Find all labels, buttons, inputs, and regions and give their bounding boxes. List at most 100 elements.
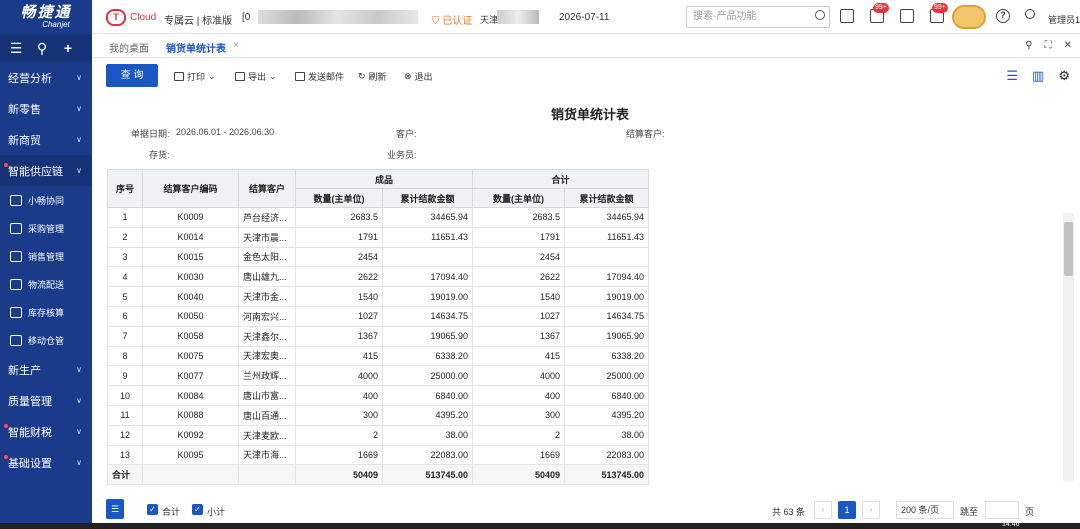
header-customer-code[interactable]: 结算客户编码 [142, 169, 239, 208]
subtotal-checkbox[interactable]: ✓ [192, 504, 203, 515]
tab-sales-report[interactable]: 销货单统计表 [166, 40, 226, 60]
table-row[interactable]: 5 K0040 天津市金... 1540 19019.00 1540 19019.00 [107, 286, 649, 307]
sidebar-sub-item[interactable]: 采购管理 [0, 214, 92, 242]
exit-button[interactable]: ⊗ 退出 [404, 70, 433, 83]
table-row[interactable]: 9 K0077 兰州政辉... 4000 25000.00 4000 25000.00 [107, 365, 649, 387]
header-customer[interactable]: 结算客户 [238, 169, 296, 208]
verified-label: 已认证 [442, 16, 473, 27]
prev-page-button[interactable]: ‹ [814, 501, 832, 519]
table-cell: 唐山雄九... [238, 266, 296, 288]
sidebar-menu-item[interactable]: 基础设置 ∨ [0, 447, 92, 478]
sales-icon [10, 250, 22, 262]
table-cell: 4000 [295, 365, 383, 387]
sidebar-sub-item[interactable]: 小畅协同 [0, 186, 92, 214]
table-cell: 6840.00 [564, 385, 649, 406]
list-view-icon[interactable]: ☰ [1006, 68, 1018, 84]
sidebar-sub-item[interactable]: 库存核算 [0, 298, 92, 326]
stock-filter-label: 存货: [149, 150, 170, 160]
next-page-button[interactable]: › [862, 501, 880, 519]
sidebar-menu-item[interactable]: 新生产 ∨ [0, 354, 92, 385]
admin-name[interactable]: 管理员1 [1048, 13, 1080, 26]
table-cell: 唐山百通... [238, 404, 296, 426]
close-all-icon[interactable]: ✕ [1064, 40, 1072, 51]
header-total-qty[interactable]: 数量(主单位) [472, 188, 565, 208]
menu-icon[interactable]: ☰ [8, 40, 24, 57]
tab-close-icon[interactable]: × [233, 40, 239, 51]
query-button[interactable]: 查 询 [106, 64, 158, 87]
verified-badge[interactable]: ⛉ 已认证 [432, 12, 472, 27]
search-icon[interactable]: ⚲ [34, 40, 50, 57]
mobile-icon[interactable] [840, 9, 854, 23]
table-cell: 6840.00 [382, 385, 473, 406]
header-total-amount[interactable]: 累计结款金额 [564, 188, 649, 208]
exit-label: 退出 [414, 72, 433, 82]
search-icon[interactable] [815, 10, 825, 20]
current-page[interactable]: 1 [838, 501, 856, 519]
table-cell: 415 [472, 345, 565, 367]
plus-icon[interactable]: + [60, 40, 76, 56]
account-label[interactable]: [0 [242, 12, 250, 23]
tab-my-desktop[interactable]: 我的桌面 [109, 40, 149, 55]
page-size-select[interactable]: 200 条/页 [896, 501, 954, 519]
column-settings-icon[interactable]: ☰ [106, 499, 124, 519]
sidebar-sub-item[interactable]: 销售管理 [0, 242, 92, 270]
chanjet-logo[interactable]: 畅捷通 Chanjet [0, 0, 92, 34]
table-row[interactable]: 3 K0015 金色太阳... 2454 2454 [107, 246, 649, 268]
sidebar-menu-item[interactable]: 经营分析 ∨ [0, 62, 92, 93]
fullscreen-icon[interactable]: ⛶ [1045, 40, 1052, 51]
table-cell: 1367 [295, 325, 383, 347]
print-icon [174, 72, 184, 81]
table-row[interactable]: 10 K0084 唐山市富... 400 6840.00 400 6840.00 [107, 385, 649, 406]
send-mail-button[interactable]: 发送邮件 [295, 70, 344, 83]
chevron-down-icon: ⌄ [208, 71, 216, 81]
user-icon[interactable] [1025, 9, 1035, 19]
total-cell: 50409 [472, 464, 565, 486]
sum-checkbox[interactable]: ✓ [147, 504, 158, 515]
table-total-row: 合计 50409 513745.00 50409 513745.00 [107, 464, 649, 486]
message-icon[interactable] [900, 9, 914, 23]
table-row[interactable]: 8 K0075 天津宏奥... 415 6338.20 415 6338.20 [107, 345, 649, 367]
subtotal-checkbox-label: 小计 [207, 507, 226, 517]
tab-tools: ⚲ ⛶ ✕ [1025, 40, 1072, 51]
table-row[interactable]: 2 K0014 天津市晨... 1791 11651.43 1791 11651.43 [107, 226, 649, 248]
chart-view-icon[interactable]: ▥ [1032, 68, 1044, 84]
table-row[interactable]: 4 K0030 唐山雄九... 2622 17094.40 2622 17094.40 [107, 266, 649, 288]
goto-label: 跳至 [960, 507, 979, 517]
refresh-button[interactable]: ↻ 刷新 [358, 70, 387, 83]
scrollbar-thumb[interactable] [1064, 222, 1073, 276]
export-button[interactable]: 导出 ⌄ [235, 70, 277, 83]
help-icon[interactable]: ? [996, 9, 1010, 23]
header-seq[interactable]: 序号 [107, 169, 143, 208]
sidebar-sub-item[interactable]: 物流配送 [0, 270, 92, 298]
print-button[interactable]: 打印 ⌄ [174, 70, 216, 83]
sidebar-menu-item[interactable]: 智能供应链 ∨ [0, 155, 92, 186]
table-cell: 1669 [472, 444, 565, 466]
table-cell: 天津市晨... [238, 226, 296, 248]
sidebar-menu-item[interactable]: 质量管理 ∨ [0, 385, 92, 416]
sidebar-menu-item[interactable]: 智能财税 ∨ [0, 416, 92, 447]
header-qty[interactable]: 数量(主单位) [295, 188, 383, 208]
account-name-redacted [258, 10, 418, 24]
header-amount[interactable]: 累计结款金额 [382, 188, 473, 208]
table-row[interactable]: 7 K0058 天津鑫尔... 1367 19065.90 1367 19065.90 [107, 325, 649, 347]
search-icon[interactable]: ⚲ [1025, 40, 1032, 51]
table-cell: 8 [107, 345, 143, 367]
sidebar-menu-label: 基础设置 [8, 457, 52, 470]
sidebar-menu-item[interactable]: 新零售 ∨ [0, 93, 92, 124]
table-row[interactable]: 6 K0050 河南宏兴... 1027 14634.75 1027 14634.75 [107, 305, 649, 327]
export-label: 导出 [248, 72, 267, 82]
table-row[interactable]: 11 K0088 唐山百通... 300 4395.20 300 4395.20 [107, 404, 649, 426]
sidebar-sub-item[interactable]: 移动仓管 [0, 326, 92, 354]
product-search-input[interactable]: 搜索-产品功能 [686, 6, 830, 28]
table-cell: 4000 [472, 365, 565, 387]
table-row[interactable]: 1 K0009 芦台经济... 2683.5 34465.94 2683.5 34465.9… [107, 207, 649, 228]
settings-gear-icon[interactable]: ⚙ [1058, 68, 1070, 84]
sidebar-menu-item[interactable]: 新商贸 ∨ [0, 124, 92, 155]
purchase-icon [10, 222, 22, 234]
send-mail-label: 发送邮件 [308, 72, 345, 82]
mascot-avatar[interactable] [952, 5, 986, 29]
table-row[interactable]: 12 K0092 天津麦欧... 2 38.00 2 38.00 [107, 424, 649, 446]
table-row[interactable]: 13 K0095 天津市海... 1669 22083.00 1669 22083.00 [107, 444, 649, 466]
table-cell: 19065.90 [564, 325, 649, 347]
goto-page-input[interactable] [985, 501, 1019, 519]
